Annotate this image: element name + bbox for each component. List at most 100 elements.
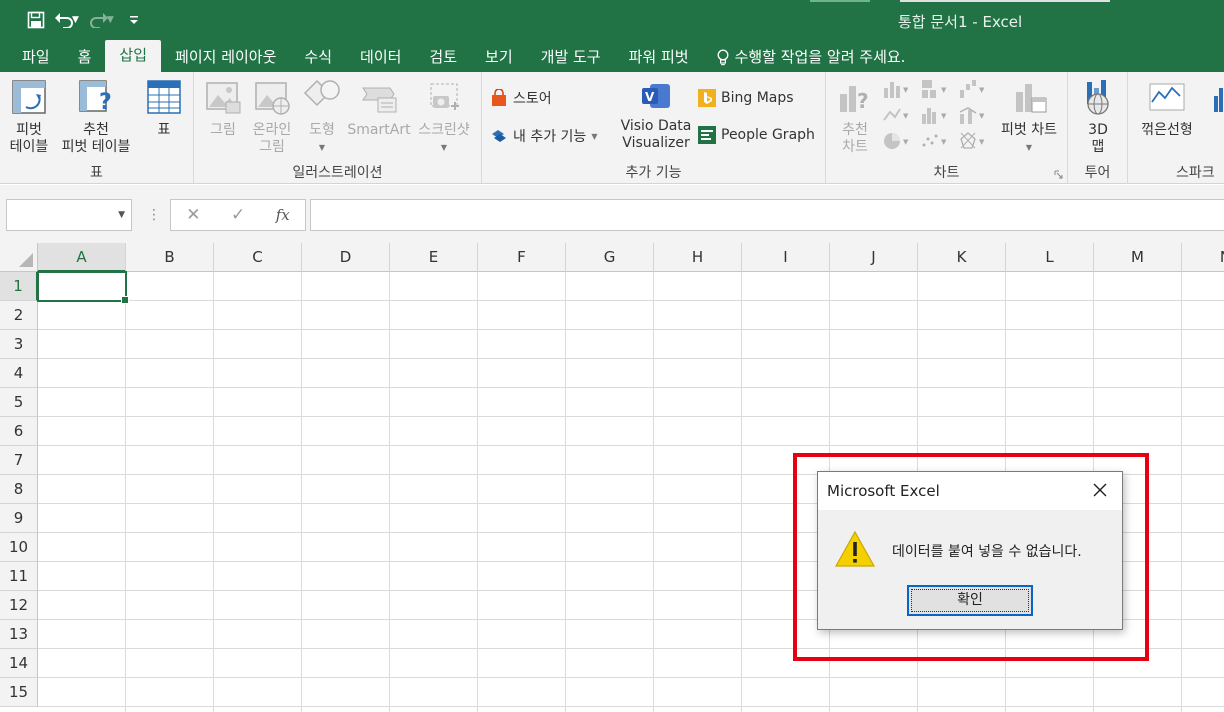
3d-map-icon (1087, 80, 1109, 115)
tab-data[interactable]: 데이터 (346, 42, 415, 72)
column-header-i[interactable]: I (742, 243, 830, 272)
line-chart-button[interactable]: ▼ (882, 104, 912, 126)
bing-maps-button[interactable]: Bing Maps (698, 89, 794, 107)
people-graph-label: People Graph (721, 127, 815, 143)
line-chart-icon: ▼ (883, 108, 909, 121)
row-header-14[interactable]: 14 (0, 649, 38, 678)
smartart-button[interactable]: SmartArt (346, 78, 412, 139)
visio-label-2: Visualizer (622, 135, 690, 151)
group-sparklines-label: 스파크 (1176, 165, 1215, 181)
sparkline-column-icon[interactable] (1208, 80, 1224, 118)
online-picture-icon (255, 82, 290, 115)
column-header-j[interactable]: J (830, 243, 918, 272)
close-icon[interactable] (1090, 480, 1110, 500)
tab-view[interactable]: 보기 (471, 42, 527, 72)
tab-power-pivot[interactable]: 파워 피벗 (615, 42, 703, 72)
charts-dialog-launcher-icon[interactable] (1054, 170, 1063, 179)
column-header-l[interactable]: L (1006, 243, 1094, 272)
pie-chart-icon: ▼ (884, 133, 909, 149)
row-header-2[interactable]: 2 (0, 301, 38, 330)
active-cell-a1[interactable] (37, 271, 129, 304)
name-box-dropdown-icon[interactable]: ▼ (118, 210, 125, 220)
screenshot-button[interactable]: 스크린샷 ▼ (414, 78, 474, 156)
row-header-6[interactable]: 6 (0, 417, 38, 446)
tab-developer[interactable]: 개발 도구 (527, 42, 615, 72)
column-header-k[interactable]: K (918, 243, 1006, 272)
customize-qat-icon[interactable] (120, 7, 148, 33)
column-header-d[interactable]: D (302, 243, 390, 272)
name-box[interactable]: ▼ (6, 199, 132, 231)
recommended-charts-icon: ? (840, 86, 869, 113)
row-header-4[interactable]: 4 (0, 359, 38, 388)
row-header-9[interactable]: 9 (0, 504, 38, 533)
scatter-chart-icon: ▼ (922, 134, 947, 147)
column-header-c[interactable]: C (214, 243, 302, 272)
undo-dropdown-icon[interactable]: ▼ (72, 15, 79, 25)
ok-button[interactable]: 확인 (907, 585, 1033, 616)
pivot-chart-button[interactable]: 피벗 차트 ▼ (994, 78, 1064, 156)
row-header-5[interactable]: 5 (0, 388, 38, 417)
table-button[interactable]: 표 (142, 78, 186, 139)
save-icon[interactable] (22, 7, 50, 33)
column-chart-button[interactable]: ▼ (882, 78, 912, 100)
radar-chart-button[interactable]: ▼ (958, 130, 988, 152)
insert-function-icon[interactable]: fx (276, 206, 290, 224)
row-header-12[interactable]: 12 (0, 591, 38, 620)
pivot-table-button[interactable]: 피벗 테이블 (6, 78, 52, 156)
formula-input[interactable] (310, 199, 1224, 231)
row-header-11[interactable]: 11 (0, 562, 38, 591)
column-header-n[interactable]: N (1182, 243, 1224, 272)
statistic-chart-button[interactable]: ▼ (920, 104, 950, 126)
visio-icon: V (642, 84, 670, 108)
my-addins-button[interactable]: 내 추가 기능 ▼ (490, 126, 597, 146)
column-header-g[interactable]: G (566, 243, 654, 272)
recommended-charts-button[interactable]: ? 추천 차트 (834, 78, 876, 156)
shapes-button[interactable]: 도형 ▼ (300, 78, 344, 156)
column-header-b[interactable]: B (126, 243, 214, 272)
people-graph-button[interactable]: People Graph (698, 126, 815, 144)
enter-icon[interactable]: ✓ (231, 205, 245, 225)
visio-data-visualizer-button[interactable]: V Visio Data Visualizer (618, 80, 694, 152)
warning-icon (834, 530, 876, 567)
row-header-8[interactable]: 8 (0, 475, 38, 504)
pivot-chart-label: 피벗 차트 (1001, 122, 1057, 138)
row-header-7[interactable]: 7 (0, 446, 38, 475)
recommended-pivot-button[interactable]: ? 추천 피벗 테이블 (56, 78, 136, 156)
cancel-icon[interactable]: ✕ (186, 205, 200, 225)
3d-map-button[interactable]: 3D 맵 (1076, 78, 1120, 156)
scatter-chart-button[interactable]: ▼ (920, 130, 950, 152)
column-header-m[interactable]: M (1094, 243, 1182, 272)
pie-chart-button[interactable]: ▼ (882, 130, 912, 152)
store-button[interactable]: 스토어 (490, 88, 552, 108)
waterfall-chart-button[interactable]: ▼ (958, 78, 988, 100)
tab-review[interactable]: 검토 (415, 42, 471, 72)
row-header-13[interactable]: 13 (0, 620, 38, 649)
row-header-15[interactable]: 15 (0, 678, 38, 707)
sparkline-line-button[interactable]: 꺾은선형 (1132, 78, 1202, 139)
tab-file[interactable]: 파일 (8, 42, 64, 72)
select-all-button[interactable] (0, 243, 38, 272)
tab-page-layout[interactable]: 페이지 레이아웃 (161, 42, 290, 72)
tab-home[interactable]: 홈 (64, 42, 106, 72)
tell-me-box[interactable]: 수행할 작업을 알려 주세요. (703, 42, 920, 72)
pivot-table-label-2: 테이블 (9, 139, 49, 155)
column-header-f[interactable]: F (478, 243, 566, 272)
redo-dropdown-icon[interactable]: ▼ (107, 15, 114, 25)
row-header-10[interactable]: 10 (0, 533, 38, 562)
ribbon-tabs: 파일 홈 삽입 페이지 레이아웃 수식 데이터 검토 보기 개발 도구 파워 피… (0, 40, 1224, 72)
tell-me-label: 수행할 작업을 알려 주세요. (734, 48, 906, 66)
group-sparklines: 꺾은선형 스파크 (1128, 72, 1224, 184)
column-header-e[interactable]: E (390, 243, 478, 272)
picture-button[interactable]: 그림 (202, 78, 244, 139)
svg-text:?: ? (857, 89, 869, 113)
combo-chart-button[interactable]: ▼ (958, 104, 988, 126)
column-header-a[interactable]: A (38, 243, 126, 272)
row-header-1[interactable]: 1 (0, 272, 38, 301)
column-header-h[interactable]: H (654, 243, 742, 272)
online-picture-button[interactable]: 온라인 그림 (248, 78, 296, 156)
hierarchy-chart-button[interactable]: ▼ (920, 78, 950, 100)
formula-bar-grip-icon[interactable]: ⋮ (147, 207, 161, 223)
tab-insert[interactable]: 삽입 (105, 40, 162, 72)
tab-formulas[interactable]: 수식 (290, 42, 346, 72)
row-header-3[interactable]: 3 (0, 330, 38, 359)
